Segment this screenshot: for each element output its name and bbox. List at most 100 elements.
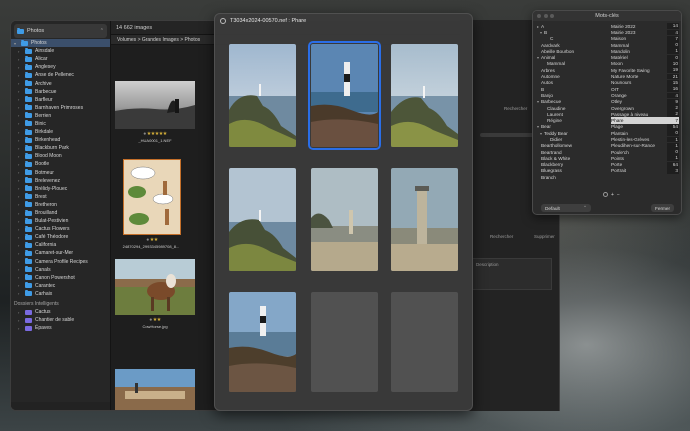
- preview-thumbnail[interactable]: [229, 168, 296, 271]
- keyword-count: 19: [667, 67, 679, 74]
- sidebar-folder-item[interactable]: › Barfleur: [11, 96, 110, 104]
- sidebar-folder-item[interactable]: › Bootle: [11, 160, 110, 168]
- sidebar-folder-item[interactable]: › Carhaix: [11, 290, 110, 298]
- folder-icon: [25, 201, 32, 208]
- chevron-right-icon: ›: [18, 178, 20, 184]
- keyword-label: Blackberry: [541, 162, 564, 168]
- thumbnail-cell[interactable]: ●★★ CowHorse.jpg: [115, 259, 195, 329]
- preview-thumbnail[interactable]: [229, 44, 296, 147]
- preview-thumbnail-selected[interactable]: [308, 41, 381, 150]
- close-button[interactable]: Fermer: [651, 204, 675, 212]
- folder-icon: [25, 209, 32, 216]
- chevron-right-icon: ›: [18, 275, 20, 281]
- rating-stars[interactable]: ●★★: [123, 237, 181, 243]
- sidebar-folder-item[interactable]: › Anse de Pellenec: [11, 71, 110, 79]
- folder-icon: [25, 193, 32, 200]
- thumbnail-cell[interactable]: ●★★ 24870294_2993345989708_8...: [122, 158, 182, 249]
- keyword-list-item[interactable]: Passage à niveau 2: [611, 111, 679, 118]
- sidebar-folder-item[interactable]: › Brouilland: [11, 209, 110, 217]
- sidebar-folder-item[interactable]: › Brelevenez: [11, 177, 110, 185]
- preview-thumbnail[interactable]: [391, 168, 458, 271]
- sidebar-folder-item[interactable]: › Binic: [11, 120, 110, 128]
- sidebar-folder-item[interactable]: › Barnhaven Primroses: [11, 104, 110, 112]
- sidebar-folder-item[interactable]: › California: [11, 241, 110, 249]
- folder-icon: [25, 282, 32, 289]
- sidebar-folder-item[interactable]: › Café Théodore: [11, 233, 110, 241]
- preset-select[interactable]: Default ⌃: [541, 204, 591, 212]
- add-keyword-button[interactable]: +: [611, 192, 614, 198]
- keyword-count: 0: [667, 130, 679, 137]
- folder-label: Café Théodore: [35, 234, 69, 241]
- sidebar-folder-item[interactable]: › Ainsdale: [11, 47, 110, 55]
- close-window-icon[interactable]: [537, 14, 541, 18]
- thumbnail-cell[interactable]: [115, 369, 195, 410]
- keyword-list-item[interactable]: Portrait 3: [611, 168, 679, 174]
- sidebar-folder-item[interactable]: › Botmeur: [11, 169, 110, 177]
- sidebar-folder-item[interactable]: › Canon Powershot: [11, 274, 110, 282]
- sidebar-folder-item[interactable]: › Cactus Flowers: [11, 225, 110, 233]
- smart-folder-icon: [25, 317, 32, 323]
- sidebar-folder-item[interactable]: › Blood Moon: [11, 152, 110, 160]
- keyword-count: 14: [667, 23, 679, 30]
- minimize-window-icon[interactable]: [543, 14, 548, 18]
- sidebar-folder-item[interactable]: › Barbecue: [11, 88, 110, 96]
- sidebar-root-folder[interactable]: ▾ Photos: [11, 39, 110, 48]
- keyword-label: Overgrown: [611, 105, 634, 111]
- keyword-tree-item[interactable]: Branch: [537, 174, 609, 180]
- sidebar-folder-item[interactable]: › Brest: [11, 193, 110, 201]
- sidebar-folder-item[interactable]: › Berrien: [11, 112, 110, 120]
- delete-button[interactable]: Supprimer: [534, 234, 555, 239]
- keywords-titlebar: Mots-clés: [533, 11, 681, 21]
- folder-label: Binic: [35, 120, 46, 127]
- smart-folder-item[interactable]: › Cactus: [11, 308, 110, 316]
- folder-icon: [25, 88, 32, 95]
- keyword-list-item[interactable]: Plestin-les-Grèves 1: [611, 136, 679, 143]
- keyword-count: 0: [667, 54, 679, 61]
- smart-folder-item[interactable]: › Chantier de sable: [11, 316, 110, 324]
- close-icon[interactable]: [220, 18, 226, 24]
- search-button[interactable]: Rechercher: [490, 234, 513, 239]
- folder-label: Ainsdale: [35, 48, 55, 55]
- zoom-window-icon[interactable]: [550, 14, 554, 18]
- folder-icon: [21, 39, 28, 46]
- keyword-count: 4: [667, 92, 679, 99]
- sidebar-folder-item[interactable]: › Anglesey: [11, 63, 110, 71]
- keyword-count: 3: [667, 168, 679, 174]
- sidebar-folder-item[interactable]: › Birkdale: [11, 128, 110, 136]
- sidebar-folder-item[interactable]: › Alicar: [11, 55, 110, 63]
- chevron-right-icon: ›: [18, 186, 20, 192]
- keyword-label: Branch: [541, 174, 556, 180]
- preview-thumbnail[interactable]: [311, 168, 378, 271]
- keywords-panel: Mots-clés ▸ A ▾ B C Aardvark Abeille Bourbon ▾ A…: [532, 10, 682, 215]
- keyword-list-item[interactable]: My Favorite Swing 19: [611, 67, 679, 74]
- keyword-label: Teddy Bear: [544, 130, 568, 136]
- keyword-label: Bluegrass: [541, 168, 562, 174]
- remove-keyword-button[interactable]: −: [617, 192, 620, 198]
- settings-icon[interactable]: [603, 192, 608, 197]
- keyword-list-item[interactable]: Pleudihen-sur-Rance 1: [611, 142, 679, 149]
- sidebar-folder-item[interactable]: › Archive: [11, 79, 110, 87]
- sidebar-folder-item[interactable]: › Camera Profile Recipes: [11, 258, 110, 266]
- smart-folder-item[interactable]: › Épaves: [11, 324, 110, 332]
- folder-icon: [25, 177, 32, 184]
- thumbnail-cell[interactable]: ●★★★★★ _HUA0001_1.NEF: [115, 81, 195, 143]
- preview-thumbnail[interactable]: [229, 292, 296, 392]
- search-button[interactable]: Rechercher: [504, 106, 527, 111]
- preview-thumbnail[interactable]: [391, 44, 458, 147]
- sidebar-folder-item[interactable]: › Canals: [11, 266, 110, 274]
- rating-stars[interactable]: ●★★★★★: [115, 131, 195, 137]
- rating-stars[interactable]: ●★★: [115, 317, 195, 323]
- sidebar-folder-item[interactable]: › Camaret-sur-Mer: [11, 249, 110, 257]
- sidebar-folder-item[interactable]: › Carantec: [11, 282, 110, 290]
- sidebar-folder-item[interactable]: › Bretheron: [11, 201, 110, 209]
- keyword-label: Nounours: [611, 80, 632, 86]
- keyword-count: 21: [667, 73, 679, 80]
- sidebar-folder-item[interactable]: › Brélidy-Plouec: [11, 185, 110, 193]
- sidebar-folder-item[interactable]: › Birkenhead: [11, 136, 110, 144]
- source-selector[interactable]: Photos ⌃: [14, 24, 107, 38]
- folder-label: Carhaix: [35, 290, 53, 297]
- sidebar-folder-item[interactable]: › Bulat-Pestivien: [11, 217, 110, 225]
- folder-label: Bretheron: [35, 201, 57, 208]
- sidebar-folder-item[interactable]: › Blackburn Park: [11, 144, 110, 152]
- description-field[interactable]: Description: [472, 258, 552, 290]
